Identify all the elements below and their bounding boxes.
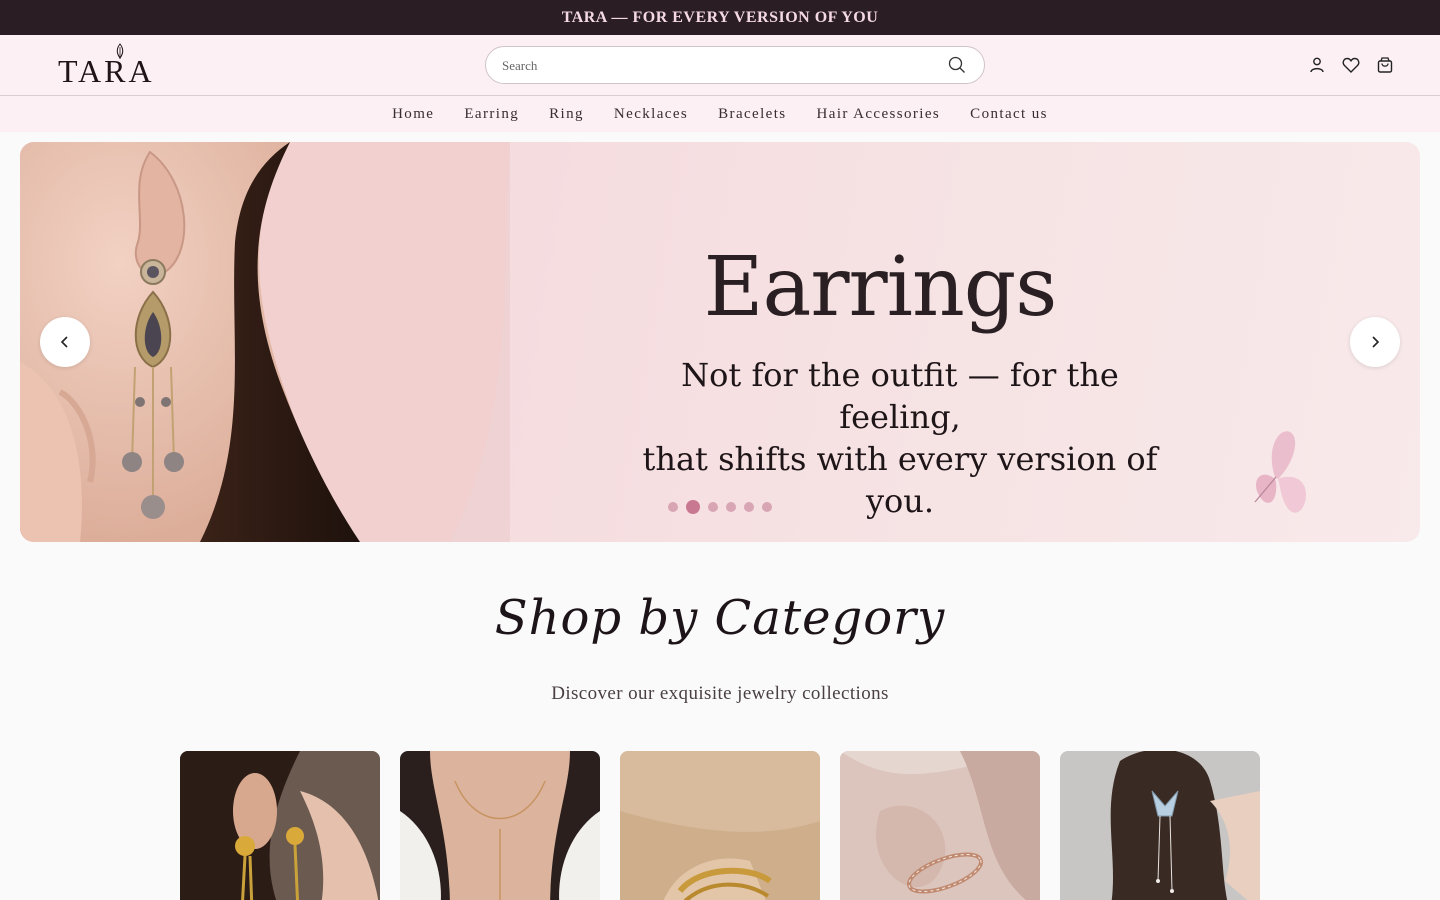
hero-title: Earrings [703, 240, 1058, 335]
slide-dot-2[interactable] [686, 500, 700, 514]
hero-subtitle: Not for the outfit — for the feeling, th… [620, 354, 1180, 522]
hero-next-button[interactable] [1350, 317, 1400, 367]
cart-bag-icon[interactable] [1375, 55, 1395, 75]
hero-slide-dots [668, 500, 772, 514]
search-input[interactable] [502, 56, 932, 76]
hero-banner[interactable]: Earrings Not for the outfit — for the fe… [20, 142, 1420, 542]
hero-earring-photo [20, 142, 510, 542]
nav-item-hair-accessories[interactable]: Hair Accessories [802, 106, 956, 123]
category-cards [180, 751, 1260, 900]
slide-dot-1[interactable] [668, 502, 678, 512]
bracelets-category-image [620, 751, 820, 900]
nav-item-home[interactable]: Home [377, 106, 449, 123]
butterfly-decoration [1254, 431, 1306, 513]
nav-item-ring[interactable]: Ring [534, 106, 599, 123]
brand-logo[interactable]: TARA [58, 43, 153, 89]
chevron-left-icon [60, 336, 68, 348]
nav-item-earring[interactable]: Earring [449, 106, 534, 123]
category-section-title: Shop by Category [494, 590, 946, 646]
site-header: TARA [0, 35, 1440, 96]
main-nav: Home Earring Ring Necklaces Bracelets Ha… [0, 96, 1440, 132]
nav-item-contact-us[interactable]: Contact us [955, 106, 1063, 123]
search-box [485, 46, 985, 84]
account-icon[interactable] [1307, 55, 1327, 75]
search-icon[interactable] [948, 56, 966, 74]
slide-dot-5[interactable] [744, 502, 754, 512]
wishlist-heart-icon[interactable] [1341, 55, 1361, 75]
hero-subtitle-line-1: Not for the outfit — for the feeling, [681, 356, 1119, 436]
earrings-card[interactable] [180, 751, 380, 900]
logo-text: TARA [58, 53, 155, 89]
announcement-text: TARA — FOR EVERY VERSION OF YOU [561, 8, 879, 26]
chevron-right-icon [1372, 336, 1380, 348]
earrings-category-image [180, 751, 380, 900]
necklaces-category-image [400, 751, 600, 900]
slide-dot-6[interactable] [762, 502, 772, 512]
category-section-subtitle: Discover our exquisite jewelry collectio… [551, 683, 889, 704]
bracelets-card[interactable] [620, 751, 820, 900]
logo-leaf-icon [116, 43, 124, 59]
hair-accessories-card[interactable] [1060, 751, 1260, 900]
rings-card[interactable] [840, 751, 1040, 900]
announcement-bar: TARA — FOR EVERY VERSION OF YOU [0, 0, 1440, 35]
hero-prev-button[interactable] [40, 317, 90, 367]
necklaces-card[interactable] [400, 751, 600, 900]
nav-item-necklaces[interactable]: Necklaces [599, 106, 703, 123]
slide-dot-4[interactable] [726, 502, 736, 512]
nav-item-bracelets[interactable]: Bracelets [703, 106, 801, 123]
slide-dot-3[interactable] [708, 502, 718, 512]
hair-accessories-category-image [1060, 751, 1260, 900]
rings-category-image [840, 751, 1040, 900]
